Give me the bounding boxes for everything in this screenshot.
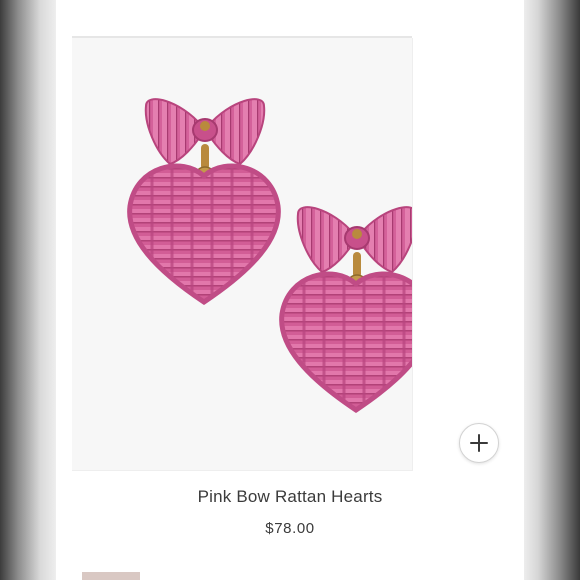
earring-left bbox=[127, 98, 281, 306]
product-price: $78.00 bbox=[265, 520, 315, 537]
screenshot-frame: Pink Bow Rattan Hearts $78.00 bbox=[0, 0, 580, 580]
product-image bbox=[127, 98, 412, 414]
product-title[interactable]: Pink Bow Rattan Hearts bbox=[56, 487, 524, 507]
product-image-card[interactable] bbox=[72, 38, 413, 471]
plus-icon bbox=[470, 434, 488, 452]
zoom-button[interactable] bbox=[459, 423, 499, 463]
earring-right bbox=[279, 206, 412, 414]
product-page: Pink Bow Rattan Hearts $78.00 bbox=[56, 0, 524, 580]
next-item-thumbnail[interactable] bbox=[82, 572, 140, 580]
